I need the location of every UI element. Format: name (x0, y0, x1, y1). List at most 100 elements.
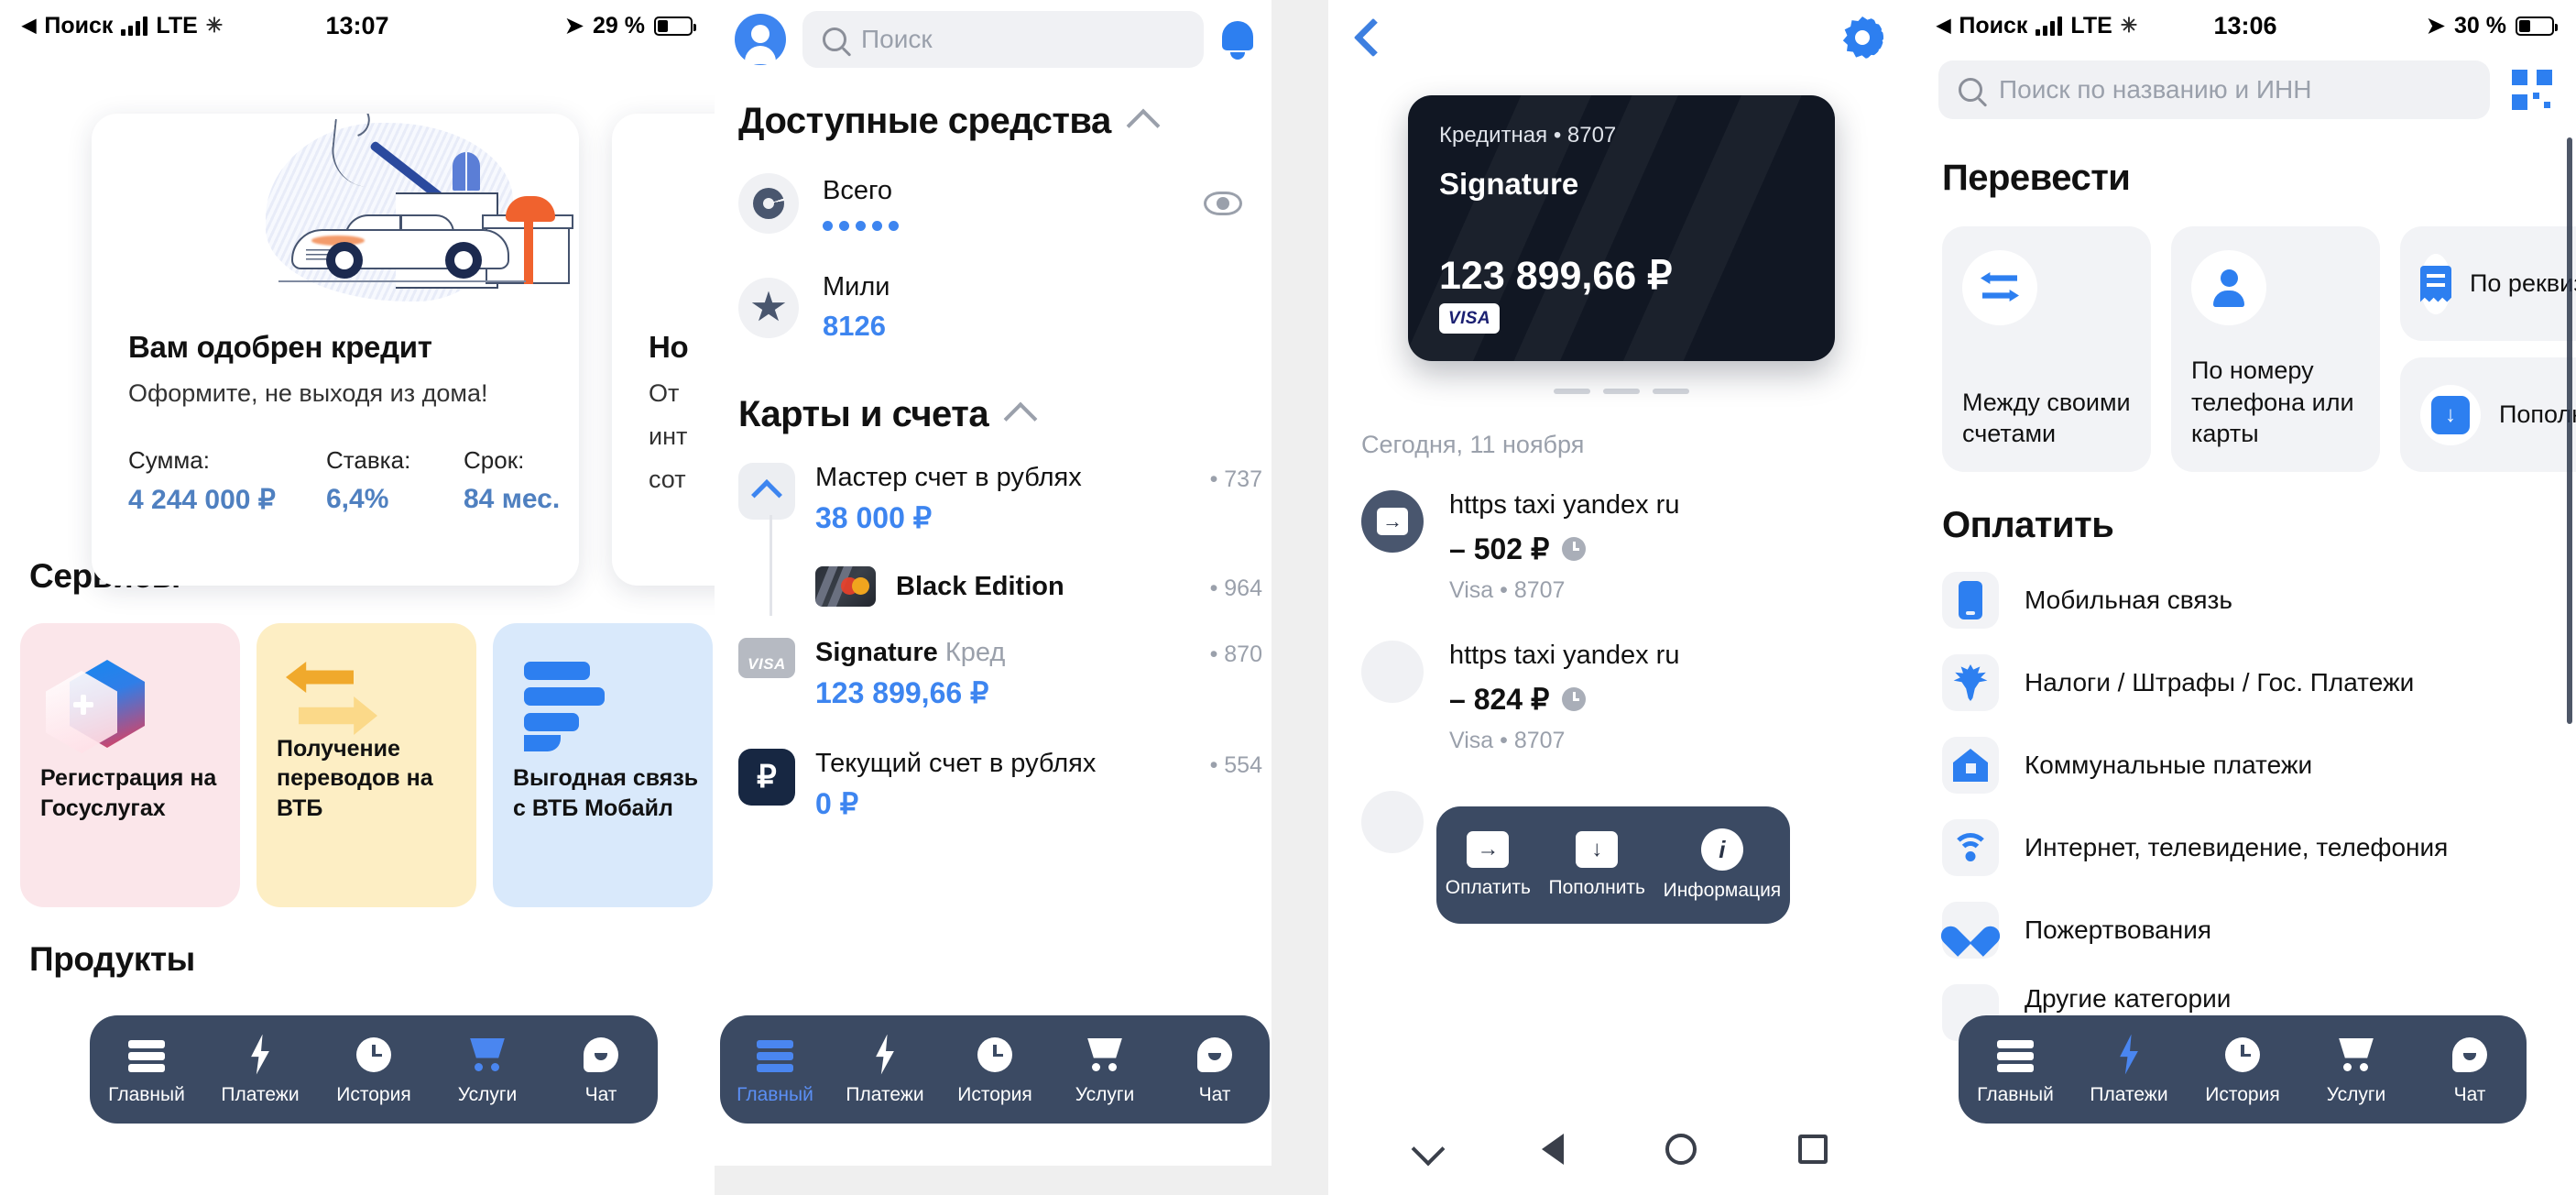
credit-card[interactable]: Кредитная • 8707 Signature 123 899,66 ₽ … (1408, 95, 1835, 361)
android-home-icon[interactable] (1665, 1134, 1697, 1165)
account-row-master[interactable]: Мастер счет в рублях 38 000 ₽ • 737 (715, 435, 1272, 535)
nav-item-main[interactable]: Главный (1970, 1034, 2060, 1106)
transfer-tile-by-requisites[interactable]: По реквизитам (2400, 226, 2576, 341)
house-icon (1942, 737, 1999, 794)
transaction-source: Visa • 8707 (1449, 577, 1566, 603)
notifications-icon[interactable] (1220, 19, 1255, 60)
transaction-amount: – 502 ₽ (1449, 532, 1679, 566)
card-dot[interactable] (1603, 389, 1640, 394)
gear-icon[interactable] (1841, 16, 1883, 59)
transaction-avatar (1361, 641, 1424, 703)
nav-item-chat[interactable]: Чат (556, 1034, 646, 1106)
scrollbar[interactable] (2567, 137, 2572, 724)
battery-label: 30 % (2454, 12, 2506, 38)
pay-item-utilities[interactable]: Коммунальные платежи (1942, 711, 2549, 794)
carrier-label: Поиск (44, 12, 114, 38)
nav-item-chat[interactable]: Чат (2425, 1034, 2515, 1106)
android-navigation-bar[interactable] (1328, 1103, 1915, 1195)
account-row-current[interactable]: ₽ Текущий счет в рублях 0 ₽ • 554 (715, 710, 1272, 821)
chevron-up-icon[interactable] (1126, 108, 1161, 142)
nav-item-services[interactable]: Услуги (442, 1034, 532, 1106)
star-icon (738, 277, 799, 338)
pay-item-internet[interactable]: Интернет, телевидение, телефония (1942, 794, 2549, 876)
wifi-icon (1942, 819, 1999, 876)
nav-item-services[interactable]: Услуги (2311, 1034, 2401, 1106)
service-tile-mobile[interactable]: Выгодная связь с ВТБ Мобайл (493, 623, 713, 907)
network-label: LTE (156, 12, 198, 38)
transaction-row[interactable]: → https taxi yandex ru – 502 ₽ Visa • 87… (1328, 459, 1915, 604)
bottom-nav-4[interactable]: Главный Платежи История Услуги Чат (1959, 1015, 2527, 1124)
status-left: ◀ Поиск LTE ✳ (1937, 13, 2137, 39)
status-bar: ◀ Поиск LTE ✳ 13:06 ➤ 30 % (1915, 0, 2576, 51)
android-back-icon[interactable] (1541, 1134, 1564, 1165)
pay-item-label: Коммунальные платежи (2025, 751, 2313, 779)
service-tile-label: Получение переводов на ВТБ (277, 735, 433, 821)
nav-item-payments[interactable]: Платежи (2084, 1034, 2174, 1106)
eagle-icon (1942, 654, 1999, 711)
keyboard-hide-icon[interactable] (1411, 1132, 1445, 1167)
bottom-nav-1[interactable]: Главный Платежи История Услуги Чат (90, 1015, 658, 1124)
account-name: Текущий счет в рублях (815, 749, 1097, 778)
tile-label: Пополнить (2499, 400, 2576, 428)
pay-item-taxes[interactable]: Налоги / Штрафы / Гос. Платежи (1942, 629, 2549, 711)
accounts-section-header[interactable]: Карты и счета (715, 343, 1272, 435)
search-icon (1959, 78, 1982, 102)
transfer-tile-by-phone[interactable]: По номеру телефона или карты (2171, 226, 2380, 472)
funds-row-total[interactable]: Всего (715, 142, 1272, 234)
card-actions-popover[interactable]: → Оплатить ↓ Пополнить i Информация (1436, 806, 1790, 924)
nav-item-history[interactable]: История (950, 1034, 1040, 1106)
phone-icon (1942, 572, 1999, 629)
popover-action-topup[interactable]: ↓ Пополнить (1548, 831, 1645, 899)
clock-icon (356, 1034, 391, 1076)
popover-action-info[interactable]: i Информация (1664, 828, 1781, 902)
promo-fact-rate: Ставка: 6,4% (326, 446, 411, 514)
account-row-signature[interactable]: VISA Signature Кред 123 899,66 ₽ • 870 (715, 607, 1272, 710)
nav-item-services[interactable]: Услуги (1060, 1034, 1150, 1106)
bottom-nav-2[interactable]: Главный Платежи История Услуги Чат (720, 1015, 1270, 1124)
nav-item-main[interactable]: Главный (730, 1034, 820, 1106)
arrow-right-icon: → (1467, 831, 1510, 868)
promo-card-next[interactable]: Но От инт сот (612, 114, 715, 586)
chevron-up-icon[interactable] (1003, 401, 1038, 435)
android-recents-icon[interactable] (1797, 1135, 1828, 1164)
nav-item-chat[interactable]: Чат (1170, 1034, 1260, 1106)
qr-scan-icon[interactable] (2512, 70, 2552, 110)
account-row-black-edition[interactable]: Black Edition • 964 (715, 515, 1272, 616)
transfer-tile-between-accounts[interactable]: Между своими счетами (1942, 226, 2151, 472)
transaction-row[interactable]: https taxi yandex ru – 824 ₽ Visa • 8707 (1328, 604, 1915, 754)
transfer-tile-topup[interactable]: ↓ Пополнить (2400, 357, 2576, 472)
funds-section-header[interactable]: Доступные средства (715, 68, 1272, 142)
account-balance: 123 899,66 ₽ (815, 676, 989, 709)
eye-toggle-icon[interactable] (1204, 192, 1242, 215)
card-dot[interactable] (1653, 389, 1689, 394)
pay-item-donations[interactable]: Пожертвования (1942, 876, 2549, 959)
promo-carousel[interactable]: Вам одобрен кредит Оформите, не выходя и… (0, 51, 715, 586)
card-dot[interactable] (1554, 389, 1590, 394)
nav-item-history[interactable]: История (329, 1034, 419, 1106)
chevron-up-icon[interactable] (738, 463, 795, 520)
nav-item-payments[interactable]: Платежи (840, 1034, 930, 1106)
account-number: • 870 (1209, 641, 1262, 667)
back-icon[interactable] (1353, 17, 1393, 58)
phone-panel-accounts: Поиск Доступные средства Всего Мили 8126… (715, 0, 1328, 1195)
main-icon (128, 1034, 165, 1076)
spinner-icon: ✳ (2120, 14, 2138, 37)
nav-item-history[interactable]: История (2198, 1034, 2287, 1106)
signal-bars-icon (2036, 16, 2063, 36)
pay-item-mobile[interactable]: Мобильная связь (1942, 546, 2549, 629)
pay-item-label: Другие категории (2025, 984, 2232, 1013)
download-icon: ↓ (2420, 384, 2481, 445)
service-tile-gosuslugi[interactable]: Регистрация на Госуслугах (20, 623, 240, 907)
network-label: LTE (2070, 12, 2112, 38)
promo-card-credit[interactable]: Вам одобрен кредит Оформите, не выходя и… (92, 114, 579, 586)
search-input[interactable]: Поиск по названию и ИНН (1938, 60, 2490, 119)
nav-item-main[interactable]: Главный (102, 1034, 191, 1106)
clock-icon (977, 1034, 1012, 1076)
nav-item-payments[interactable]: Платежи (215, 1034, 305, 1106)
avatar[interactable] (735, 14, 786, 65)
funds-row-miles[interactable]: Мили 8126 (715, 234, 1272, 343)
cart-icon (2337, 1034, 2375, 1076)
popover-action-pay[interactable]: → Оплатить (1446, 831, 1531, 899)
service-tile-transfers[interactable]: Получение переводов на ВТБ (257, 623, 476, 907)
search-input[interactable]: Поиск (802, 11, 1204, 68)
